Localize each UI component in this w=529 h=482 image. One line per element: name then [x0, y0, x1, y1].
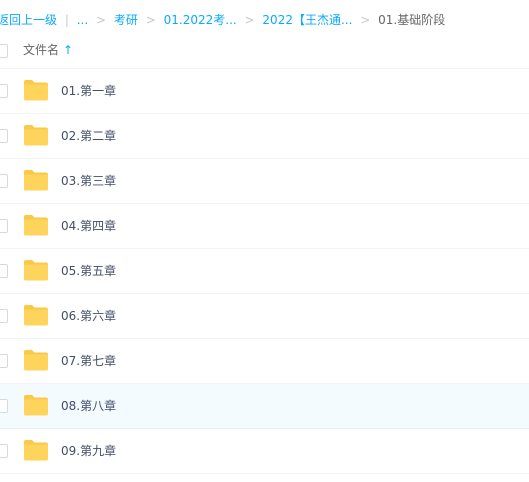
breadcrumb-divider: | [64, 13, 69, 27]
breadcrumb-separator-icon: > [244, 13, 255, 27]
file-name[interactable]: 08.第八章 [61, 398, 116, 414]
file-list: 01.第一章 02.第二章 03.第三章 04.第四章 05.第五章 06.第六章 07.第… [0, 69, 529, 474]
folder-icon[interactable] [23, 125, 49, 146]
file-list-header: 文件名 ↑ [0, 33, 529, 69]
breadcrumb-separator-icon: > [360, 13, 371, 27]
breadcrumb-item-kaoyan[interactable]: 考研 [114, 13, 138, 27]
file-name[interactable]: 07.第七章 [61, 353, 116, 369]
folder-icon[interactable] [23, 395, 49, 416]
column-filename-label[interactable]: 文件名 [23, 42, 59, 58]
breadcrumb-ellipsis[interactable]: ... [77, 13, 88, 27]
row-checkbox[interactable] [0, 84, 8, 98]
file-name[interactable]: 06.第六章 [61, 308, 116, 324]
row-checkbox[interactable] [0, 309, 8, 323]
select-all-checkbox[interactable] [0, 44, 8, 58]
file-row[interactable]: 07.第七章 [0, 339, 529, 384]
breadcrumb: 返回上一级 | ... > 考研 > 01.2022考... > 2022【王杰… [0, 11, 445, 29]
file-row[interactable]: 01.第一章 [0, 69, 529, 114]
breadcrumb-item-wangjie[interactable]: 2022【王杰通... [262, 13, 352, 27]
arrow-up-icon[interactable]: ↑ [63, 42, 73, 58]
folder-icon[interactable] [23, 215, 49, 236]
file-name[interactable]: 09.第九章 [61, 443, 116, 459]
file-name[interactable]: 04.第四章 [61, 218, 116, 234]
row-checkbox[interactable] [0, 399, 8, 413]
back-link[interactable]: 返回上一级 [0, 13, 57, 27]
file-row[interactable]: 02.第二章 [0, 114, 529, 159]
file-row[interactable]: 08.第八章 [0, 384, 529, 429]
folder-icon[interactable] [23, 80, 49, 101]
breadcrumb-current: 01.基础阶段 [378, 13, 446, 27]
file-name[interactable]: 01.第一章 [61, 83, 116, 99]
row-checkbox[interactable] [0, 444, 8, 458]
folder-icon[interactable] [23, 440, 49, 461]
file-row[interactable]: 03.第三章 [0, 159, 529, 204]
row-checkbox[interactable] [0, 264, 8, 278]
file-row[interactable]: 09.第九章 [0, 429, 529, 474]
file-name[interactable]: 05.第五章 [61, 263, 116, 279]
breadcrumb-separator-icon: > [145, 13, 156, 27]
file-row[interactable]: 06.第六章 [0, 294, 529, 339]
folder-icon[interactable] [23, 260, 49, 281]
row-checkbox[interactable] [0, 129, 8, 143]
folder-icon[interactable] [23, 305, 49, 326]
row-checkbox[interactable] [0, 354, 8, 368]
file-row[interactable]: 04.第四章 [0, 204, 529, 249]
row-checkbox[interactable] [0, 219, 8, 233]
folder-icon[interactable] [23, 350, 49, 371]
breadcrumb-separator-icon: > [96, 13, 107, 27]
row-checkbox[interactable] [0, 174, 8, 188]
file-name[interactable]: 03.第三章 [61, 173, 116, 189]
folder-icon[interactable] [23, 170, 49, 191]
file-row[interactable]: 05.第五章 [0, 249, 529, 294]
file-name[interactable]: 02.第二章 [61, 128, 116, 144]
breadcrumb-item-2022[interactable]: 01.2022考... [164, 13, 237, 27]
